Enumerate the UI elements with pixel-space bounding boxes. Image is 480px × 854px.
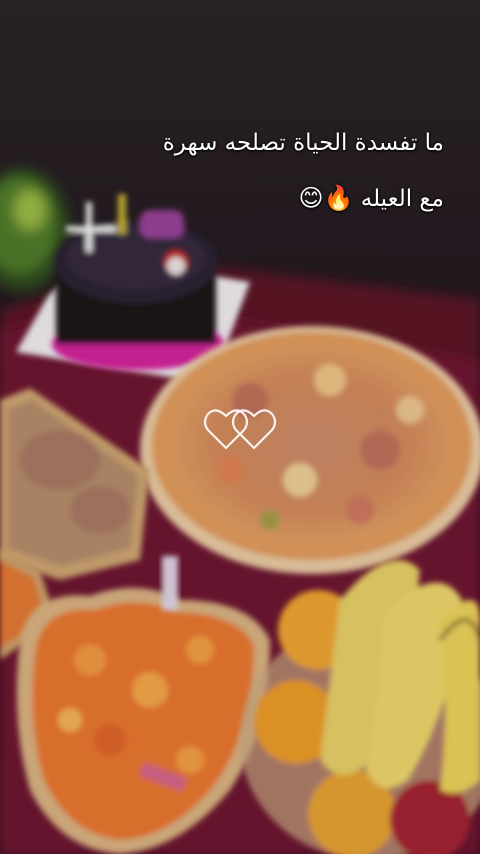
hearts-sticker	[203, 409, 277, 450]
photo-frame: ما تفسدة الحياة تصلحه سهرة مع العيله 🔥😊	[0, 0, 480, 854]
fire-smile-emoji-icon: 🔥😊	[298, 184, 354, 212]
caption-text-1: ما تفسدة الحياة تصلحه سهرة	[162, 130, 444, 156]
caption-line-2: مع العيله 🔥😊	[299, 184, 444, 212]
caption-text-2: مع العيله	[360, 186, 444, 212]
caption-line-1: ما تفسدة الحياة تصلحه سهرة	[163, 130, 444, 156]
